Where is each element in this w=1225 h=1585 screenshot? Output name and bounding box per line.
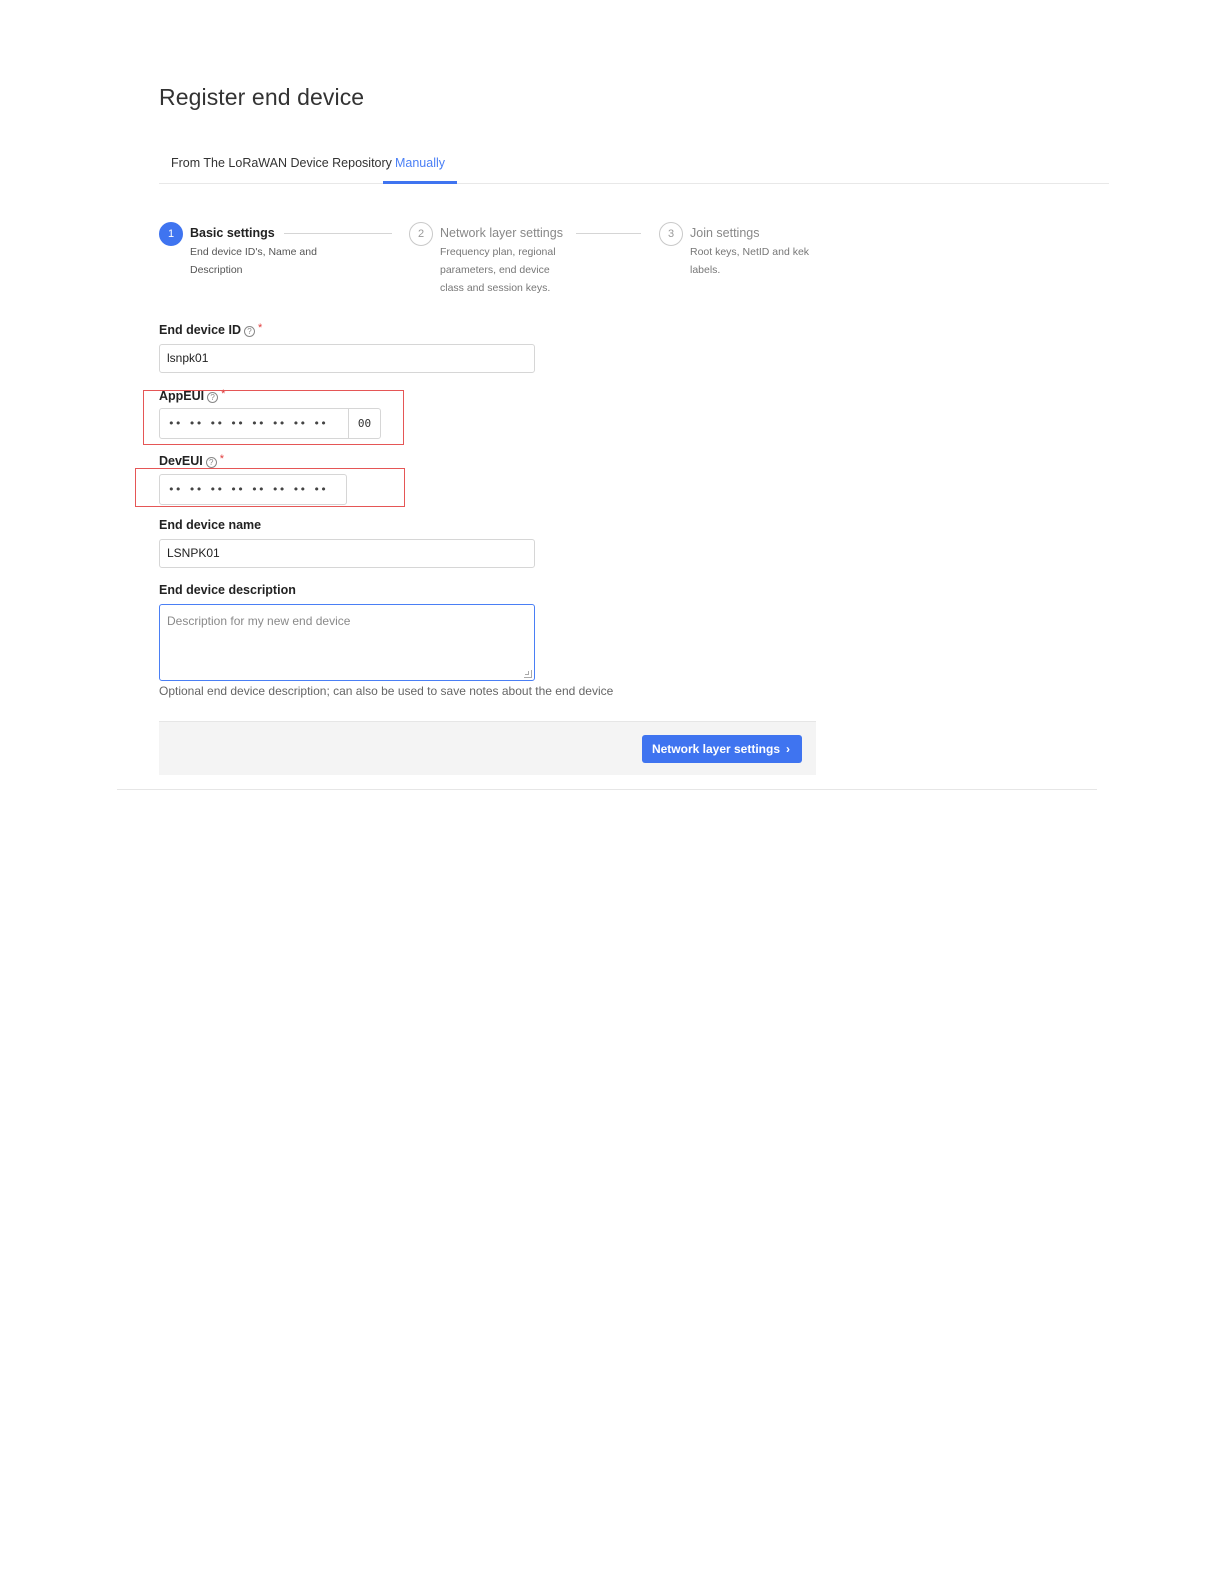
annotation-highlight-dev-eui	[135, 468, 405, 507]
tab-manually[interactable]: Manually	[383, 156, 457, 184]
step-title: Basic settings	[190, 226, 275, 240]
page-title: Register end device	[159, 84, 365, 110]
end-device-name-label: End device name	[159, 518, 262, 532]
step-number-badge: 3	[659, 222, 683, 246]
next-button-label: Network layer settings	[651, 742, 780, 756]
end-device-description-label: End device description	[159, 583, 296, 597]
step-title: Network layer settings	[440, 226, 563, 240]
end-device-description-hint: Optional end device description; can als…	[159, 684, 614, 698]
end-device-id-label: End device ID? *	[159, 322, 262, 337]
end-device-description-textarea[interactable]: Description for my new end device	[159, 604, 535, 681]
section-divider	[117, 789, 1097, 790]
required-marker: *	[219, 453, 225, 465]
step-description: Root keys, NetID and kek labels.	[690, 246, 810, 276]
step-connector	[284, 233, 392, 234]
end-device-name-input[interactable]: LSNPK01	[159, 539, 535, 568]
description-placeholder: Description for my new end device	[167, 614, 351, 628]
tab-bar: From The LoRaWAN Device Repository Manua…	[159, 150, 1109, 184]
network-layer-settings-button[interactable]: Network layer settings ›	[641, 735, 802, 763]
end-device-id-label-text: End device ID	[159, 323, 241, 337]
help-icon[interactable]: ?	[243, 326, 255, 337]
wizard-steps: 1 Basic settings End device ID's, Name a…	[159, 222, 859, 302]
chevron-right-icon: ›	[786, 742, 790, 756]
help-icon[interactable]: ?	[205, 457, 217, 468]
annotation-highlight-app-eui	[143, 390, 404, 445]
step-description: Frequency plan, regional parameters, end…	[440, 246, 556, 294]
resize-handle-icon[interactable]	[524, 670, 532, 678]
required-marker: *	[257, 322, 263, 334]
step-title: Join settings	[690, 226, 760, 240]
form-footer: Network layer settings ›	[159, 721, 816, 775]
step-number-badge: 1	[159, 222, 183, 246]
dev-eui-label: DevEUI? *	[159, 453, 224, 468]
tab-device-repository[interactable]: From The LoRaWAN Device Repository	[171, 156, 392, 184]
end-device-id-input[interactable]: lsnpk01	[159, 344, 535, 373]
step-number-badge: 2	[409, 222, 433, 246]
step-connector	[576, 233, 641, 234]
dev-eui-label-text: DevEUI	[159, 454, 203, 468]
step-description: End device ID's, Name and Description	[190, 246, 317, 276]
